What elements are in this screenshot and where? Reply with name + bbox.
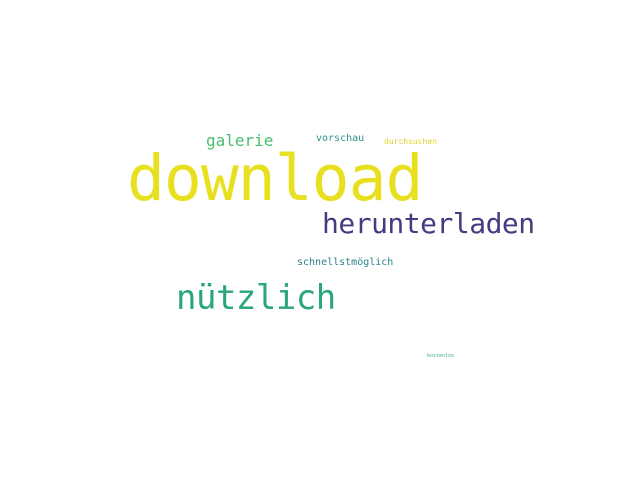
word-galerie: galerie — [206, 131, 274, 150]
word-vorschau: vorschau — [316, 133, 365, 144]
word-herunterladen: herunterladen — [322, 207, 535, 240]
word-schnellstmoeglich: schnellstmöglich — [297, 257, 394, 268]
word-download: download — [127, 142, 423, 215]
word-cloud-canvas: download herunterladen nützlich galerie … — [0, 0, 640, 480]
word-tiny: kostenlos — [427, 353, 455, 359]
word-durchsuchen: durchsuchen — [384, 137, 437, 146]
word-nuetzlich: nützlich — [176, 278, 336, 318]
